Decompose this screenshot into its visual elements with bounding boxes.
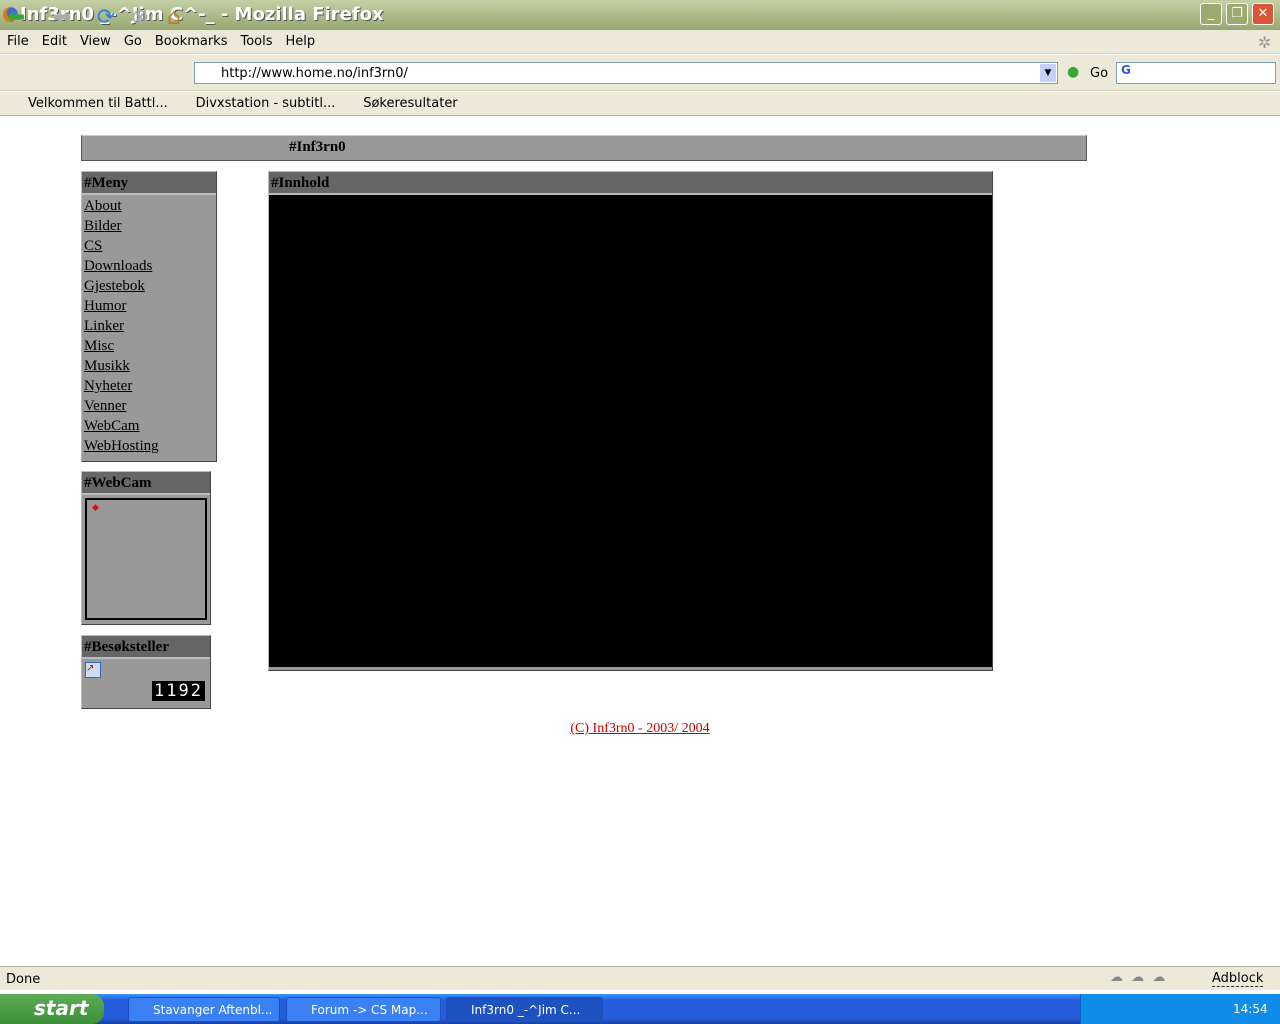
url-dropdown-icon[interactable]: ▼ <box>1040 64 1056 82</box>
menu-link-humor[interactable]: Humor <box>82 298 216 318</box>
webcam-image: ◆ <box>85 498 207 620</box>
task-label: Forum -> CS Map... <box>311 1003 428 1017</box>
webcam-title: #WebCam <box>82 472 210 495</box>
start-button[interactable]: start <box>0 994 104 1024</box>
title-bar: Inf3rn0 _-^Jim C^-_ - Mozilla Firefox <box>0 0 1280 30</box>
search-input[interactable]: G <box>1116 62 1276 84</box>
url-input[interactable]: http://www.home.no/inf3rn0/ <box>194 62 1058 84</box>
clock: 14:54 <box>1233 1002 1268 1016</box>
visitor-count: 1192 <box>152 681 205 701</box>
maximize-button[interactable]: ❐ <box>1226 3 1248 25</box>
content-title: #Innhold <box>269 172 992 195</box>
bookmarks-toolbar: Velkommen til Battl... Divxstation - sub… <box>0 92 1280 116</box>
content-panel: #Innhold <box>268 171 993 671</box>
status-text: Done <box>6 972 41 987</box>
copyright-link[interactable]: (C) Inf3rn0 - 2003/ 2004 <box>570 721 709 736</box>
menu-file[interactable]: File <box>0 30 35 49</box>
chart-icon[interactable]: ↗ <box>85 662 101 678</box>
menu-bar: File Edit View Go Bookmarks Tools Help <box>0 30 1280 54</box>
start-label: start <box>34 996 89 1020</box>
menu-title: #Meny <box>82 172 216 195</box>
window-title: Inf3rn0 _-^Jim C^-_ - Mozilla Firefox <box>20 4 384 25</box>
counter-title: #Besøksteller <box>82 636 210 659</box>
menu-link-bilder[interactable]: Bilder <box>82 218 216 238</box>
task-label: Inf3rn0 _-^Jim C... <box>471 1003 581 1017</box>
menu-link-cs[interactable]: CS <box>82 238 216 258</box>
site-header: #Inf3rn0 <box>81 135 1087 161</box>
menu-link-nyheter[interactable]: Nyheter <box>82 378 216 398</box>
menu-panel: #Meny About Bilder CS Downloads Gjestebok Hum… <box>81 171 217 462</box>
task-inf3rn0[interactable]: Inf3rn0 _-^Jim C... <box>446 997 603 1022</box>
menu-link-venner[interactable]: Venner <box>82 398 216 418</box>
google-icon: G <box>1121 63 1131 77</box>
content-area <box>269 195 992 667</box>
menu-bookmarks[interactable]: Bookmarks <box>148 30 234 49</box>
adblock-button[interactable]: Adblock <box>1212 971 1264 987</box>
counter-panel: #Besøksteller ↗ 1192 <box>81 635 211 709</box>
stop-icon[interactable]: ⊗ <box>128 6 152 30</box>
menu-help[interactable]: Help <box>279 30 322 49</box>
menu-link-linker[interactable]: Linker <box>82 318 216 338</box>
task-label: Stavanger Aftenbl... <box>153 1003 273 1017</box>
go-button[interactable]: Go <box>1090 66 1108 81</box>
menu-go[interactable]: Go <box>117 30 148 49</box>
menu-link-gjestebok[interactable]: Gjestebok <box>82 278 216 298</box>
go-icon[interactable]: ● <box>1067 64 1079 80</box>
forward-icon[interactable]: ➡ <box>50 6 74 30</box>
menu-link-webhosting[interactable]: WebHosting <box>82 438 216 458</box>
weather-icon[interactable]: ☁ ☁ ☁ <box>1110 970 1166 985</box>
home-icon[interactable]: ⌂ <box>162 6 186 30</box>
menu-edit[interactable]: Edit <box>35 30 73 49</box>
reload-icon[interactable]: ⟳ <box>94 6 118 30</box>
close-button[interactable]: ✕ <box>1252 3 1274 25</box>
bookmark-3[interactable]: Søkeresultater <box>343 92 461 111</box>
system-tray: 14:54 <box>1080 994 1280 1024</box>
bookmark-1[interactable]: Velkommen til Battl... <box>0 92 172 111</box>
menu-link-musikk[interactable]: Musikk <box>82 358 216 378</box>
status-bar: Done ☁ ☁ ☁ Adblock <box>0 966 1280 990</box>
menu-link-misc[interactable]: Misc <box>82 338 216 358</box>
task-forum[interactable]: Forum -> CS Map... <box>286 997 441 1022</box>
task-stavanger[interactable]: Stavanger Aftenbl... <box>128 997 280 1022</box>
menu-view[interactable]: View <box>73 30 117 49</box>
webcam-panel: #WebCam ◆ <box>81 471 211 625</box>
menu-link-webcam[interactable]: WebCam <box>82 418 216 438</box>
menu-tools[interactable]: Tools <box>233 30 278 49</box>
bookmark-2[interactable]: Divxstation - subtitl... <box>176 92 340 111</box>
back-icon[interactable]: ⬅ <box>4 6 28 30</box>
throbber-icon: ✲ <box>1258 33 1272 52</box>
menu-link-about[interactable]: About <box>82 198 216 218</box>
minimize-button[interactable]: _ <box>1200 3 1222 25</box>
url-text: http://www.home.no/inf3rn0/ <box>221 66 408 81</box>
footer: (C) Inf3rn0 - 2003/ 2004 <box>0 720 1280 737</box>
menu-link-downloads[interactable]: Downloads <box>82 258 216 278</box>
site-title: #Inf3rn0 <box>289 139 346 155</box>
